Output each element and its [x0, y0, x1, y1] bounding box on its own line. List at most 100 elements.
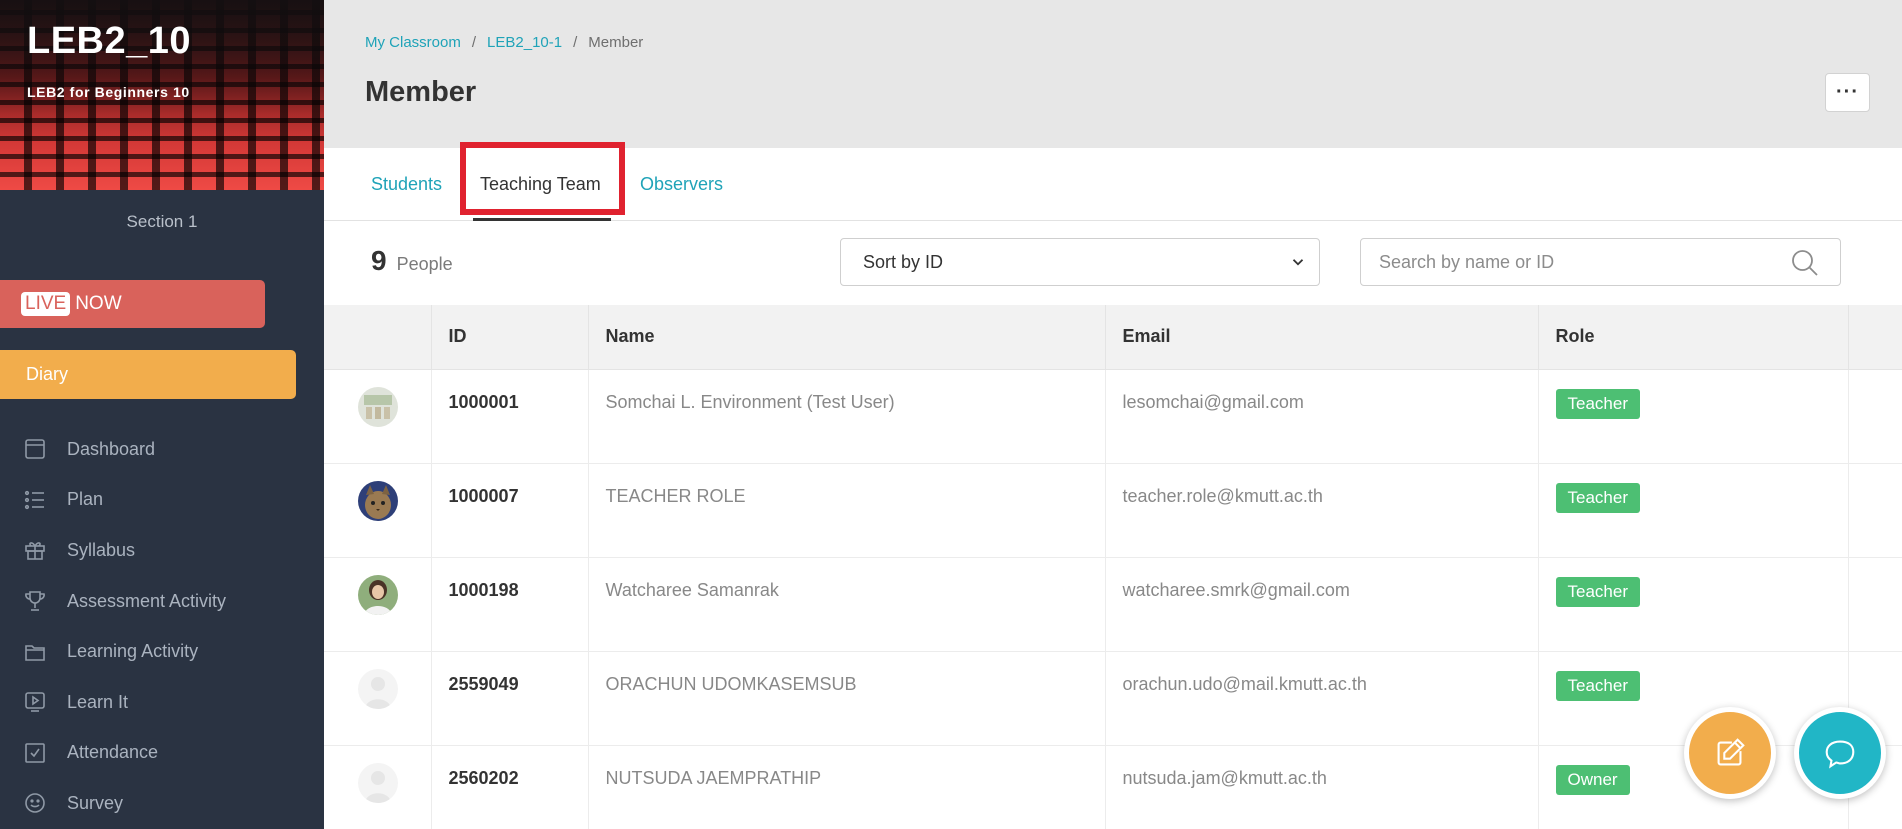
avatar	[358, 574, 398, 615]
sidebar-item-label: Dashboard	[67, 438, 156, 459]
page-title: Member	[365, 76, 477, 108]
sort-select-value: Sort by ID	[863, 251, 944, 272]
people-count: 9 People	[371, 245, 453, 277]
member-email: orachun.udo@mail.kmutt.ac.th	[1105, 651, 1539, 746]
table-row[interactable]: 2559049 ORACHUN UDOMKASEMSUB orachun.udo…	[324, 651, 1902, 746]
sidebar-item-label: Survey	[67, 792, 124, 813]
member-name: Watcharee Samanrak	[588, 557, 1106, 652]
checkbox-icon	[22, 740, 48, 766]
tab-students[interactable]: Students	[371, 148, 442, 221]
sidebar-item-attendance[interactable]: Attendance	[0, 728, 324, 779]
sidebar-item-survey[interactable]: Survey	[0, 778, 324, 829]
member-id: 2559049	[431, 651, 589, 746]
sidebar-item-dashboard[interactable]: Dashboard	[0, 424, 324, 475]
member-email: lesomchai@gmail.com	[1105, 369, 1539, 464]
avatar	[358, 386, 398, 427]
column-header-role[interactable]: Role	[1538, 305, 1849, 370]
avatar-placeholder	[358, 668, 398, 709]
role-badge: Teacher	[1555, 576, 1640, 607]
member-id: 1000007	[431, 463, 589, 558]
table-row[interactable]: 2560202 NUTSUDA JAEMPRATHIP nutsuda.jam@…	[324, 745, 1902, 829]
list-icon	[22, 487, 48, 513]
table-row[interactable]: 1000007 TEACHER ROLE teacher.role@kmutt.…	[324, 463, 1902, 558]
sidebar-item-syllabus[interactable]: Syllabus	[0, 525, 324, 576]
sidebar-item-label: Syllabus	[67, 539, 136, 560]
avatar-cell	[324, 557, 432, 652]
role-badge: Owner	[1555, 764, 1630, 795]
extra-cell	[1848, 369, 1902, 464]
diary-label: Diary	[26, 364, 69, 384]
breadcrumb-separator: /	[471, 34, 477, 51]
chat-button[interactable]	[1794, 707, 1886, 799]
member-id: 1000198	[431, 557, 589, 652]
breadcrumb-separator: /	[573, 34, 578, 51]
sidebar-item-learn-it[interactable]: Learn It	[0, 677, 324, 728]
avatar-cell	[324, 745, 432, 829]
smiley-icon	[22, 790, 48, 816]
course-banner: LEB2_10 LEB2 for Beginners 10	[0, 0, 324, 190]
member-name: NUTSUDA JAEMPRATHIP	[588, 745, 1106, 829]
search-icon[interactable]	[1790, 248, 1820, 278]
diary-button[interactable]: Diary	[0, 350, 296, 399]
role-badge: Teacher	[1555, 388, 1640, 419]
breadcrumb-classroom[interactable]: LEB2_10-1	[487, 34, 562, 51]
page-header: My Classroom / LEB2_10-1 / Member Member…	[324, 0, 1902, 148]
extra-cell	[1848, 463, 1902, 558]
live-now-label: NOW	[75, 293, 122, 314]
table-row[interactable]: 1000198 Watcharee Samanrak watcharee.smr…	[324, 557, 1902, 652]
live-tag: LIVE	[21, 292, 71, 316]
breadcrumb: My Classroom / LEB2_10-1 / Member	[365, 34, 643, 51]
sidebar-item-learning-activity[interactable]: Learning Activity	[0, 626, 324, 677]
people-count-label: People	[396, 254, 453, 274]
member-email: nutsuda.jam@kmutt.ac.th	[1105, 745, 1539, 829]
chat-bubble-icon	[1825, 740, 1855, 769]
tab-teaching-team[interactable]: Teaching Team	[480, 148, 601, 221]
avatar-cell	[324, 369, 432, 464]
role-cell: Teacher	[1538, 463, 1849, 558]
live-now-button[interactable]: LIVE NOW	[0, 280, 265, 328]
edit-icon	[1717, 738, 1745, 766]
member-controls: 9 People Sort by ID	[324, 222, 1902, 305]
folder-icon	[22, 639, 48, 665]
breadcrumb-my-classroom[interactable]: My Classroom	[365, 34, 461, 51]
sidebar-item-plan[interactable]: Plan	[0, 475, 324, 526]
sidebar-item-label: Assessment Activity	[67, 590, 227, 611]
section-label[interactable]: Section 1	[0, 212, 324, 232]
member-name: ORACHUN UDOMKASEMSUB	[588, 651, 1106, 746]
course-name: LEB2 for Beginners 10	[27, 84, 190, 100]
tab-observers[interactable]: Observers	[640, 148, 723, 221]
breadcrumb-current: Member	[588, 34, 644, 51]
column-header-id[interactable]: ID	[431, 305, 589, 370]
people-count-number: 9	[371, 245, 387, 276]
sort-select[interactable]: Sort by ID	[840, 238, 1320, 286]
member-email: teacher.role@kmutt.ac.th	[1105, 463, 1539, 558]
member-id: 1000001	[431, 369, 589, 464]
member-email: watcharee.smrk@gmail.com	[1105, 557, 1539, 652]
column-header-avatar	[324, 305, 432, 370]
sidebar-item-label: Learn It	[67, 691, 129, 712]
extra-cell	[1848, 557, 1902, 652]
avatar-cell	[324, 463, 432, 558]
sidebar-item-label: Attendance	[67, 742, 159, 763]
play-icon	[22, 689, 48, 715]
more-options-button[interactable]: ···	[1825, 73, 1870, 112]
column-header-email[interactable]: Email	[1105, 305, 1539, 370]
role-badge: Teacher	[1555, 670, 1640, 701]
edit-note-button[interactable]	[1684, 707, 1776, 799]
course-code: LEB2_10	[27, 20, 192, 62]
table-header-row: ID Name Email Role	[324, 305, 1902, 370]
avatar	[358, 480, 398, 521]
role-cell: Teacher	[1538, 369, 1849, 464]
table-row[interactable]: 1000001 Somchai L. Environment (Test Use…	[324, 369, 1902, 464]
member-name: TEACHER ROLE	[588, 463, 1106, 558]
member-table-container: ID Name Email Role 1000001 Somchai L. En…	[324, 305, 1902, 829]
column-header-extra	[1848, 305, 1902, 370]
sidebar: LEB2_10 LEB2 for Beginners 10 Section 1 …	[0, 0, 324, 829]
member-name: Somchai L. Environment (Test User)	[588, 369, 1106, 464]
gift-icon	[22, 537, 48, 563]
search-box	[1360, 238, 1841, 286]
search-input[interactable]	[1361, 239, 1761, 285]
column-header-name[interactable]: Name	[588, 305, 1106, 370]
active-tab-indicator	[473, 218, 611, 221]
sidebar-item-assessment-activity[interactable]: Assessment Activity	[0, 576, 324, 627]
